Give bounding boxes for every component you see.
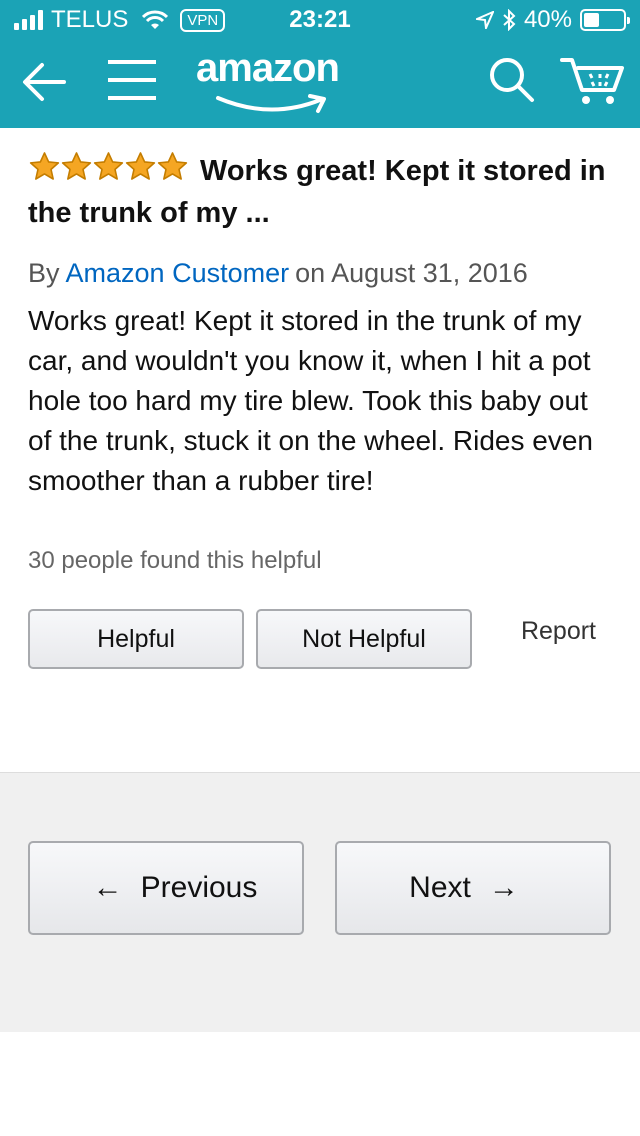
- battery-percent: 40%: [523, 6, 572, 33]
- right-arrow-icon: →: [488, 871, 519, 904]
- previous-label: Previous: [140, 871, 258, 904]
- previous-button[interactable]: ← Previous: [28, 841, 304, 935]
- helpful-button[interactable]: Helpful: [28, 609, 244, 669]
- search-icon[interactable]: [486, 54, 536, 104]
- top-bar: TELUS VPN 23:21 40% amazon: [0, 0, 640, 128]
- logo-smile-icon: [216, 94, 326, 113]
- amazon-logo[interactable]: amazon: [196, 46, 376, 116]
- back-arrow-icon[interactable]: [18, 56, 70, 108]
- nav-bar: amazon: [0, 40, 640, 128]
- review-actions: Helpful Not Helpful Report: [28, 609, 612, 669]
- not-helpful-button[interactable]: Not Helpful: [256, 609, 472, 669]
- next-button[interactable]: Next →: [335, 841, 611, 935]
- review-date: on August 31, 2016: [295, 258, 528, 288]
- left-arrow-icon: ←: [92, 871, 123, 904]
- author-link[interactable]: Amazon Customer: [66, 258, 290, 288]
- review-byline: By Amazon Customer on August 31, 2016: [28, 258, 612, 289]
- star-rating: [28, 151, 188, 183]
- status-bar: TELUS VPN 23:21 40%: [0, 0, 640, 40]
- star-icon: [61, 152, 92, 180]
- cart-icon[interactable]: [560, 56, 626, 108]
- star-icon: [157, 152, 188, 180]
- location-icon: [475, 11, 494, 29]
- bluetooth-icon: [503, 9, 516, 31]
- helpful-count: 30 people found this helpful: [28, 547, 322, 574]
- review-card: Works great! Kept it stored in the trunk…: [0, 128, 640, 669]
- next-label: Next: [409, 871, 471, 904]
- battery-fill: [584, 13, 600, 27]
- star-icon: [29, 152, 60, 180]
- pagination: ← Previous Next →: [0, 772, 640, 1032]
- review-body: Works great! Kept it stored in the trunk…: [28, 305, 593, 496]
- by-label: By: [28, 258, 60, 288]
- logo-text: amazon: [196, 46, 340, 90]
- menu-icon[interactable]: [106, 58, 158, 102]
- star-icon: [125, 152, 156, 180]
- star-icon: [93, 152, 124, 180]
- report-link[interactable]: Report: [521, 617, 596, 646]
- review-title-row: Works great! Kept it stored in the trunk…: [28, 150, 612, 234]
- battery-icon: [580, 9, 630, 31]
